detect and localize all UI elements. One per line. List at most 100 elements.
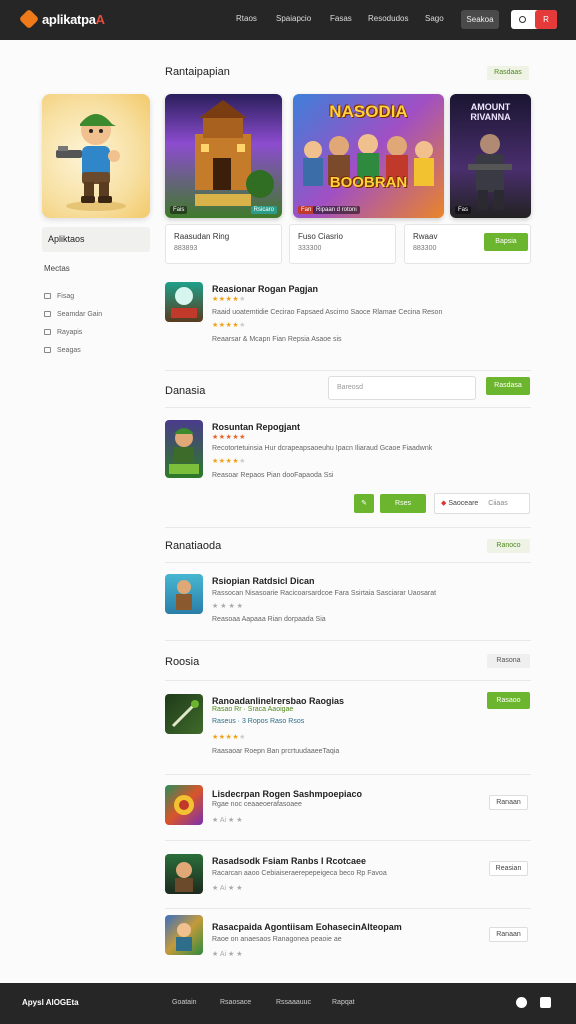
app-meta-4: Raasaoar Roepn Ban prcrtuudaaeeTaqia	[212, 748, 340, 755]
nav-item-5[interactable]: Sago	[425, 14, 444, 23]
app-title-3[interactable]: Rsiopian Ratdsicl Dican	[212, 576, 315, 586]
brand-name[interactable]: aplikatpaA	[42, 12, 105, 27]
row-action-button-2[interactable]: Reasian	[489, 861, 528, 876]
nav-item-3[interactable]: Fasas	[330, 14, 352, 23]
toggle-knob: R	[535, 10, 557, 29]
info-sub: 333300	[298, 245, 322, 252]
featured-info-2[interactable]: Fuso Ciasrio 333300	[289, 224, 396, 264]
app-description-5: Rgae noc ceaaeoerafasoaee	[212, 801, 302, 808]
secondary-action-button[interactable]: ◆ Saoceare Ciiaas	[434, 493, 530, 514]
app-description-3: Rassocan Nisasoarie Racicoarsardcoe Fara…	[212, 590, 437, 597]
square-icon	[44, 347, 51, 354]
app-5-artwork	[174, 795, 194, 815]
castle-illustration	[195, 100, 274, 206]
app-description-7: Raoe on anaesaos Ranagonea peaoie ae	[212, 936, 342, 943]
app-2-artwork	[169, 428, 199, 474]
nav-item-1[interactable]: Rtaos	[236, 14, 257, 23]
featured-section-title: Rantaipapian	[165, 66, 230, 78]
featured-banner-1[interactable]: Fais Rsicaro	[165, 94, 282, 218]
info-title: Fuso Ciasrio	[298, 232, 343, 241]
nav-action-button[interactable]: Seakoa	[461, 10, 499, 29]
install-button[interactable]: Rasaoo	[487, 692, 530, 709]
rating-stars-1b: ★★★★★	[212, 322, 246, 329]
banner-game-subtitle: BOOBRAN	[329, 174, 408, 191]
app-icon-3[interactable]	[165, 574, 203, 614]
banner-caption: Ripaan d rotoni	[313, 206, 360, 214]
app-title-5[interactable]: Lisdecrpan Rogen Sashmpoepiaco	[212, 789, 362, 799]
social-icon-circle[interactable]	[516, 997, 527, 1008]
section2-title: Danasia	[165, 385, 206, 397]
footer-link-2[interactable]: Rsaosace	[220, 999, 251, 1006]
heart-icon: ◆	[441, 500, 447, 507]
sidebar-link-4[interactable]: Seagas	[44, 347, 81, 354]
app-title-7[interactable]: Rasacpaida Agontiisam EohasecinAlteopam	[212, 922, 402, 932]
banner-caption: Rsicaro	[250, 206, 277, 214]
app-meta-5: ★ Ai ★ ★	[212, 817, 243, 824]
featured-banner-2[interactable]: NASODIA BOOBRAN Fan Ripaan d rotoni	[293, 94, 444, 218]
square-icon	[44, 329, 51, 336]
featured-banner-3[interactable]: AMOUNT RIVANNA Fas	[450, 94, 531, 218]
row-action-button-3[interactable]: Ranaan	[489, 927, 528, 942]
rating-stars-4: ★★★★★	[212, 734, 246, 741]
app-title-1[interactable]: Reasionar Rogan Pagjan	[212, 284, 318, 294]
primary-action-button[interactable]: Rses	[380, 494, 426, 513]
section-divider	[165, 527, 531, 528]
rating-stars-2: ★★★★★	[212, 434, 246, 441]
app-meta-6: ★ Ai ★ ★	[212, 885, 243, 892]
app-icon-2[interactable]	[165, 420, 203, 478]
app-link-4[interactable]: Raseus · 3 Ropos Raso Rsos	[212, 718, 304, 725]
sidebar-link-2[interactable]: Seamdar Gain	[44, 311, 102, 318]
search-button[interactable]: Rasdasa	[486, 377, 530, 395]
section-divider	[165, 840, 531, 841]
app-icon-6[interactable]	[165, 854, 203, 894]
section-divider	[165, 640, 531, 641]
sword-artwork	[171, 700, 199, 728]
banner-tag: Fais	[170, 206, 188, 214]
app-logo-icon[interactable]	[18, 8, 40, 30]
app-icon-7[interactable]	[165, 915, 203, 955]
soldier-illustration	[468, 134, 512, 210]
sidebar-hero-image[interactable]	[42, 94, 150, 218]
footer-brand[interactable]: Apysl AlOGEta	[22, 998, 79, 1007]
sidebar-link-3[interactable]: Rayapis	[44, 329, 82, 336]
nav-item-2[interactable]: Spaiapcio	[276, 14, 311, 23]
section-divider	[165, 908, 531, 909]
section-divider	[165, 370, 531, 371]
row-action-button-1[interactable]: Ranaan	[489, 795, 528, 810]
rating-stars-2b: ★★★★★	[212, 458, 246, 465]
section3-badge[interactable]: Ranoco	[487, 539, 530, 553]
sidebar-label-box[interactable]: Apliktaos	[42, 227, 150, 252]
footer-link-3[interactable]: Rssaaauuc	[276, 999, 311, 1006]
app-title-6[interactable]: Rasadsodk Fsiam Ranbs I Rcotcaee	[212, 856, 366, 866]
app-title-4[interactable]: Ranoadanlinelrersbao Raogias	[212, 696, 344, 706]
section-divider	[165, 407, 531, 408]
app-meta-2: Reasoar Repaos Pian dooFapaoda Ssi	[212, 472, 334, 479]
featured-info-3[interactable]: Rwaav 883300 Bapsia	[404, 224, 531, 264]
section-divider	[165, 562, 531, 563]
section-divider	[165, 680, 531, 681]
toggle-circle-icon	[519, 16, 526, 23]
app-title-2[interactable]: Rosuntan Repogjant	[212, 422, 300, 432]
featured-badge[interactable]: Rasdaas	[487, 66, 529, 80]
sidebar-link-1[interactable]: Fisag	[44, 293, 74, 300]
top-navigation-bar: aplikatpaA Rtaos Spaiapcio Fasas Resodud…	[0, 0, 576, 40]
heroes-group-illustration	[303, 134, 434, 186]
theme-toggle[interactable]: R	[511, 10, 557, 29]
app-meta-1: Reaarsar & Mcapn Fian Repsia Asaoe sis	[212, 336, 342, 343]
game-character-illustration	[56, 114, 126, 211]
nav-item-4[interactable]: Resodudos	[368, 14, 408, 23]
app-icon-5[interactable]	[165, 785, 203, 825]
search-input[interactable]: Bareosd	[328, 376, 476, 400]
sidebar-section-heading: Mectas	[44, 264, 70, 273]
footer-link-4[interactable]: Rapqat	[332, 999, 355, 1006]
app-meta-3: Reasoaa Aapaaa Rian dorpaada Sia	[212, 616, 326, 623]
footer-link-1[interactable]: Goatain	[172, 999, 197, 1006]
edit-button[interactable]: ✎	[354, 494, 374, 513]
featured-info-1[interactable]: Raasudan Ring 883893	[165, 224, 282, 264]
app-icon-1[interactable]	[165, 282, 203, 322]
app-icon-4[interactable]	[165, 694, 203, 734]
info-action-button[interactable]: Bapsia	[484, 233, 528, 251]
social-icon-square[interactable]	[540, 997, 551, 1008]
banner-tag: Fan	[298, 206, 315, 214]
section4-badge[interactable]: Rasona	[487, 654, 530, 668]
